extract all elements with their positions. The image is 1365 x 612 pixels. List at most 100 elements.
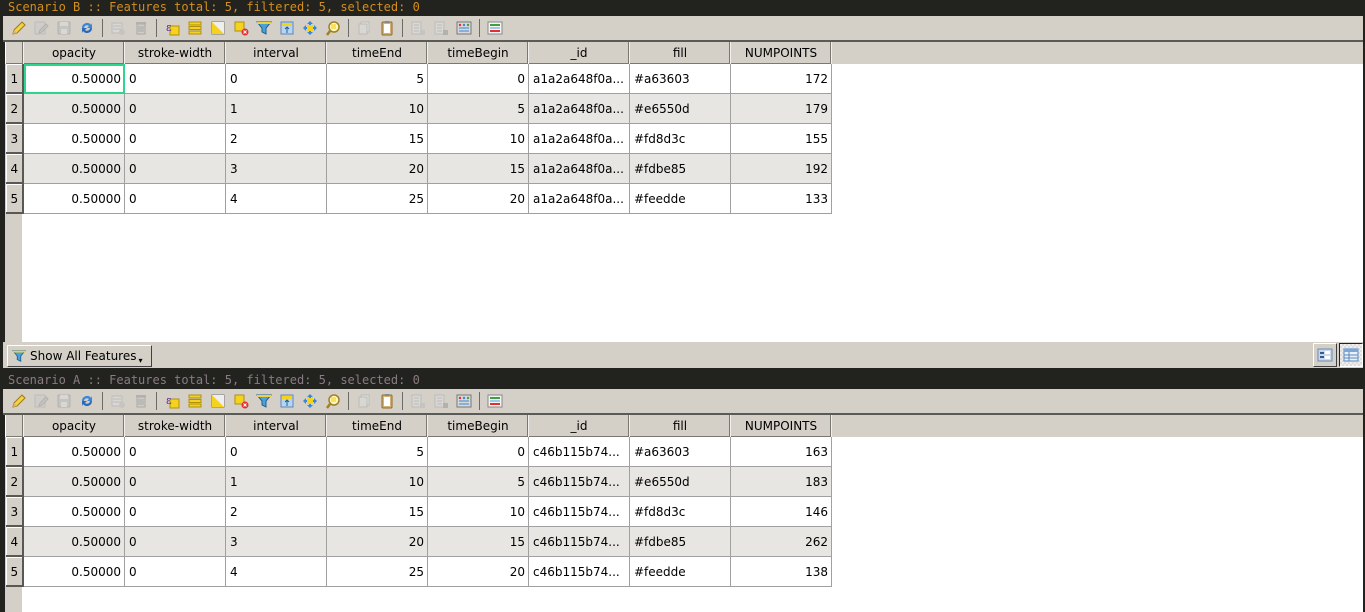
select-all-button[interactable] bbox=[184, 390, 206, 412]
cell-timeend[interactable]: 15 bbox=[326, 123, 428, 154]
cell-fill[interactable]: #a63603 bbox=[629, 437, 731, 467]
row-header[interactable]: 5 bbox=[5, 183, 24, 214]
cell-id[interactable]: c46b115b74... bbox=[528, 496, 630, 527]
cell-fill[interactable]: #fd8d3c bbox=[629, 123, 731, 154]
dock-title[interactable]: Scenario A :: Features total: 5, filtere… bbox=[0, 373, 1365, 389]
cell-interval[interactable]: 2 bbox=[225, 123, 327, 154]
row-header[interactable]: 3 bbox=[5, 123, 24, 154]
cell-numpoints[interactable]: 179 bbox=[730, 93, 832, 124]
field-calculator-button[interactable] bbox=[453, 390, 475, 412]
cell-interval[interactable]: 0 bbox=[225, 437, 327, 467]
filter-select-features-button[interactable] bbox=[253, 390, 275, 412]
cell-fill[interactable]: #fdbe85 bbox=[629, 526, 731, 557]
row-header[interactable]: 4 bbox=[5, 153, 24, 184]
cell-interval[interactable]: 3 bbox=[225, 526, 327, 557]
cell-id[interactable]: a1a2a648f0a... bbox=[528, 153, 630, 184]
paste-features-button[interactable] bbox=[376, 17, 398, 39]
conditional-formatting-button[interactable] bbox=[484, 390, 506, 412]
row-header[interactable]: 1 bbox=[5, 437, 24, 467]
move-selection-to-top-button[interactable] bbox=[276, 390, 298, 412]
invert-selection-button[interactable] bbox=[207, 17, 229, 39]
table-row[interactable]: 5 0.50000 0 4 25 20 a1a2a648f0a... #feedde 133 bbox=[5, 183, 832, 214]
row-header[interactable]: 1 bbox=[5, 64, 24, 94]
zoom-to-selected-button[interactable] bbox=[322, 17, 344, 39]
table-row[interactable]: 5 0.50000 0 4 25 20 c46b115b74... #feedde 138 bbox=[5, 556, 832, 587]
column-header-fill[interactable]: fill bbox=[629, 415, 731, 437]
corner-select-all[interactable] bbox=[5, 42, 24, 64]
cell-timeend[interactable]: 15 bbox=[326, 496, 428, 527]
reload-table-button[interactable] bbox=[76, 17, 98, 39]
cell-stroke-width[interactable]: 0 bbox=[124, 526, 226, 557]
pan-to-selected-button[interactable] bbox=[299, 17, 321, 39]
cell-fill[interactable]: #e6550d bbox=[629, 466, 731, 497]
cell-stroke-width[interactable]: 0 bbox=[124, 556, 226, 587]
cell-stroke-width[interactable]: 0 bbox=[124, 183, 226, 214]
cell-timebegin[interactable]: 20 bbox=[427, 183, 529, 214]
cell-interval[interactable]: 3 bbox=[225, 153, 327, 184]
cell-timeend[interactable]: 25 bbox=[326, 556, 428, 587]
cell-opacity[interactable]: 0.50000 bbox=[23, 93, 125, 124]
column-header-id[interactable]: _id bbox=[528, 415, 630, 437]
cell-fill[interactable]: #e6550d bbox=[629, 93, 731, 124]
column-header-timebegin[interactable]: timeBegin bbox=[427, 415, 529, 437]
row-header[interactable]: 4 bbox=[5, 526, 24, 557]
cell-fill[interactable]: #feedde bbox=[629, 183, 731, 214]
cell-numpoints[interactable]: 163 bbox=[730, 437, 832, 467]
cell-id[interactable]: a1a2a648f0a... bbox=[528, 123, 630, 154]
cell-timeend[interactable]: 20 bbox=[326, 153, 428, 184]
cell-timeend[interactable]: 20 bbox=[326, 526, 428, 557]
select-by-expression-button[interactable]: ε bbox=[161, 17, 183, 39]
cell-timebegin[interactable]: 15 bbox=[427, 526, 529, 557]
column-header-timeend[interactable]: timeEnd bbox=[326, 42, 428, 64]
cell-stroke-width[interactable]: 0 bbox=[124, 496, 226, 527]
reload-table-button[interactable] bbox=[76, 390, 98, 412]
cell-opacity[interactable]: 0.50000 bbox=[23, 466, 125, 497]
cell-opacity[interactable]: 0.50000 bbox=[23, 123, 125, 154]
column-header-interval[interactable]: interval bbox=[225, 42, 327, 64]
cell-numpoints[interactable]: 183 bbox=[730, 466, 832, 497]
dock-title[interactable]: Scenario B :: Features total: 5, filtere… bbox=[0, 0, 1365, 16]
field-calculator-button[interactable] bbox=[453, 17, 475, 39]
filter-select-features-button[interactable] bbox=[253, 17, 275, 39]
cell-interval[interactable]: 0 bbox=[225, 64, 327, 94]
cell-id[interactable]: a1a2a648f0a... bbox=[528, 183, 630, 214]
cell-id[interactable]: c46b115b74... bbox=[528, 466, 630, 497]
paste-features-button[interactable] bbox=[376, 390, 398, 412]
cell-numpoints[interactable]: 155 bbox=[730, 123, 832, 154]
cell-opacity[interactable]: 0.50000 bbox=[23, 437, 125, 467]
cell-opacity[interactable]: 0.50000 bbox=[23, 64, 125, 94]
cell-timebegin[interactable]: 10 bbox=[427, 496, 529, 527]
cell-timebegin[interactable]: 0 bbox=[427, 64, 529, 94]
cell-id[interactable]: a1a2a648f0a... bbox=[528, 64, 630, 94]
cell-opacity[interactable]: 0.50000 bbox=[23, 526, 125, 557]
deselect-all-button[interactable] bbox=[230, 390, 252, 412]
cell-stroke-width[interactable]: 0 bbox=[124, 64, 226, 94]
cell-numpoints[interactable]: 133 bbox=[730, 183, 832, 214]
deselect-all-button[interactable] bbox=[230, 17, 252, 39]
cell-opacity[interactable]: 0.50000 bbox=[23, 496, 125, 527]
table-row[interactable]: 4 0.50000 0 3 20 15 a1a2a648f0a... #fdbe85 192 bbox=[5, 153, 832, 184]
cell-id[interactable]: c46b115b74... bbox=[528, 526, 630, 557]
column-header-numpoints[interactable]: NUMPOINTS bbox=[730, 42, 832, 64]
select-all-button[interactable] bbox=[184, 17, 206, 39]
corner-select-all[interactable] bbox=[5, 415, 24, 437]
invert-selection-button[interactable] bbox=[207, 390, 229, 412]
zoom-to-selected-button[interactable] bbox=[322, 390, 344, 412]
column-header-numpoints[interactable]: NUMPOINTS bbox=[730, 415, 832, 437]
column-header-fill[interactable]: fill bbox=[629, 42, 731, 64]
cell-id[interactable]: a1a2a648f0a... bbox=[528, 93, 630, 124]
cell-id[interactable]: c46b115b74... bbox=[528, 556, 630, 587]
cell-interval[interactable]: 4 bbox=[225, 556, 327, 587]
column-header-interval[interactable]: interval bbox=[225, 415, 327, 437]
column-header-timeend[interactable]: timeEnd bbox=[326, 415, 428, 437]
column-header-id[interactable]: _id bbox=[528, 42, 630, 64]
cell-numpoints[interactable]: 146 bbox=[730, 496, 832, 527]
conditional-formatting-button[interactable] bbox=[484, 17, 506, 39]
row-header[interactable]: 2 bbox=[5, 466, 24, 497]
toggle-editing-button[interactable] bbox=[7, 390, 29, 412]
cell-fill[interactable]: #feedde bbox=[629, 556, 731, 587]
cell-timebegin[interactable]: 15 bbox=[427, 153, 529, 184]
row-header[interactable]: 2 bbox=[5, 93, 24, 124]
row-header[interactable]: 3 bbox=[5, 496, 24, 527]
cell-timeend[interactable]: 5 bbox=[326, 437, 428, 467]
